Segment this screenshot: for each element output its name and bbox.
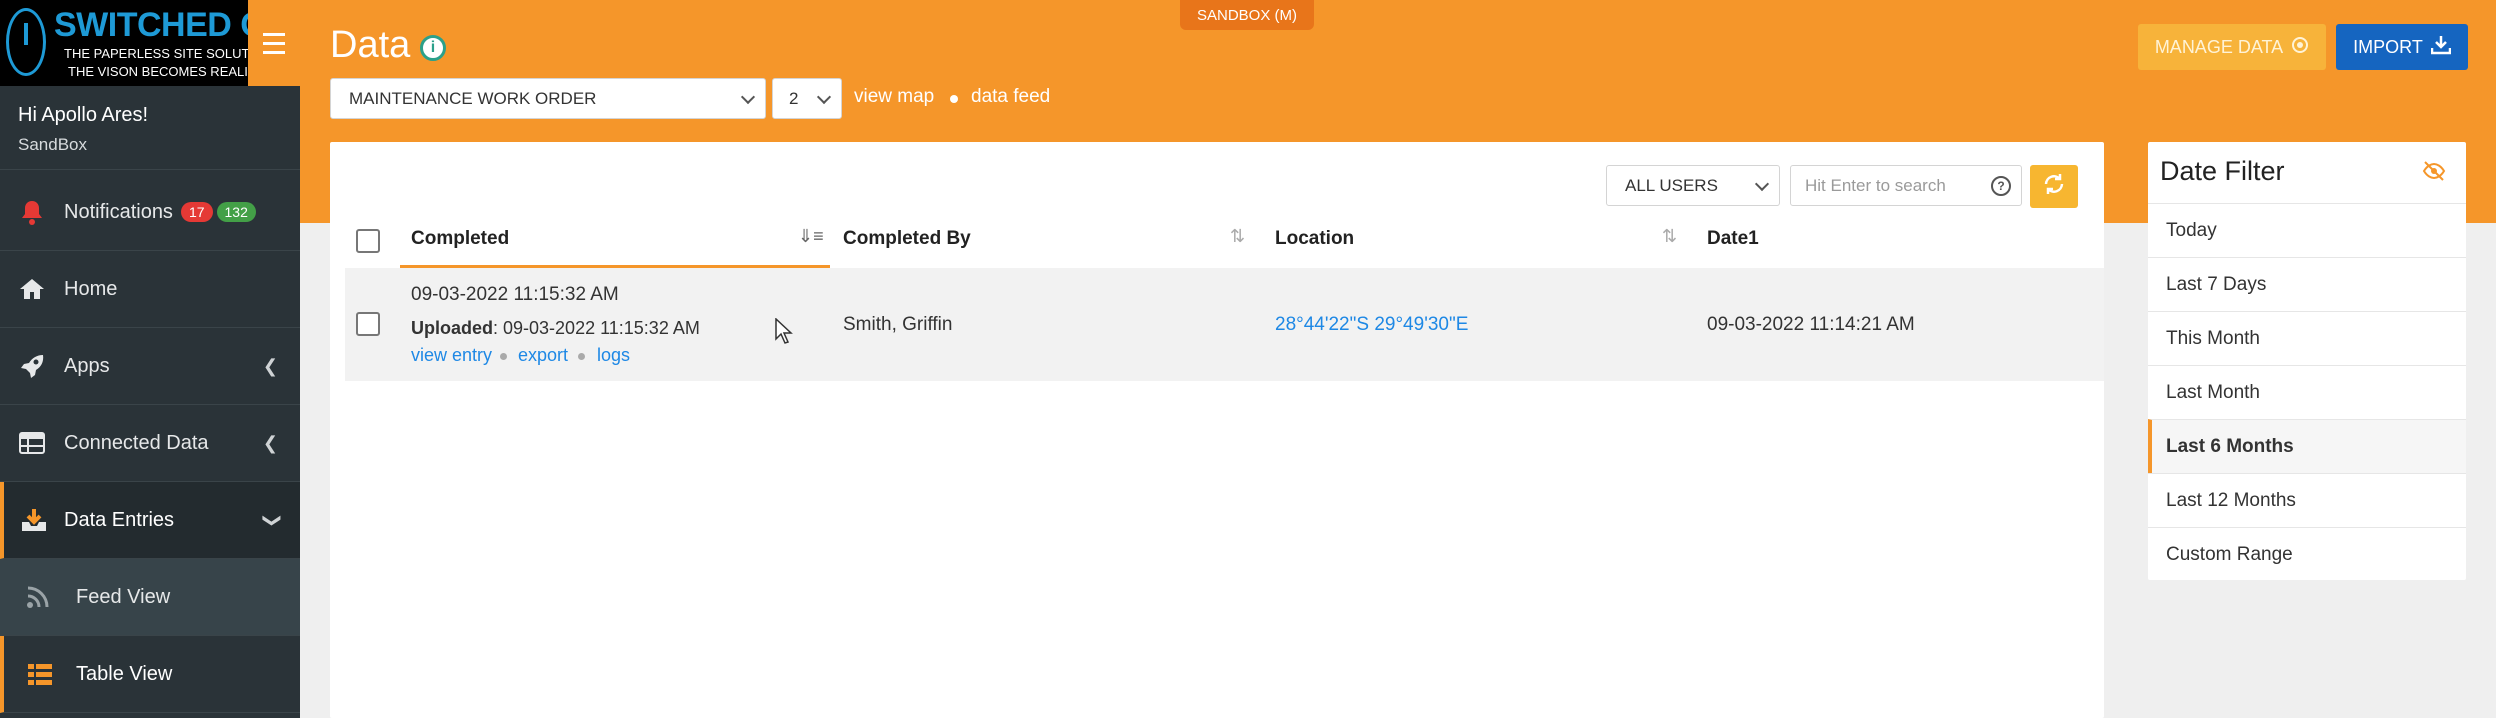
notification-count-badge: 17 <box>180 202 213 222</box>
date-filter-custom-range[interactable]: Custom Range <box>2148 527 2466 581</box>
date-filter-last-12-months[interactable]: Last 12 Months <box>2148 473 2466 527</box>
mouse-cursor-icon <box>775 317 793 349</box>
download-tray-icon <box>4 507 64 533</box>
user-info: Hi Apollo Ares! SandBox <box>0 86 300 170</box>
import-button[interactable]: IMPORT <box>2336 24 2468 70</box>
chevron-down-icon <box>1754 176 1770 191</box>
view-map-link[interactable]: view map <box>854 86 934 108</box>
row-checkbox[interactable] <box>356 312 380 336</box>
hide-eye-icon[interactable] <box>2422 160 2446 187</box>
logo-tagline-1: THE PAPERLESS SITE SOLUTION <box>64 46 273 61</box>
help-icon[interactable]: ? <box>1991 176 2011 196</box>
completed-date: 09-03-2022 11:15:32 AM <box>411 284 619 305</box>
sidebar-item-label: Connected Data <box>64 431 209 454</box>
search-input[interactable]: Hit Enter to search ? <box>1790 165 2022 206</box>
column-header-completed-by[interactable]: Completed By <box>843 228 971 250</box>
sort-desc-icon[interactable]: ⇓≡ <box>798 226 824 247</box>
logo-tagline-2: THE VISON BECOMES REALITY <box>68 64 265 79</box>
list-icon <box>4 662 76 686</box>
hamburger-icon <box>263 30 285 57</box>
page-title: Data <box>330 24 411 66</box>
date-filter-today[interactable]: Today <box>2148 203 2466 257</box>
download-icon <box>2430 35 2452 60</box>
date-filter-this-month[interactable]: This Month <box>2148 311 2466 365</box>
version-select[interactable]: 2 <box>772 78 842 119</box>
column-header-completed[interactable]: Completed <box>411 228 509 250</box>
users-filter-value: ALL USERS <box>1625 175 1718 195</box>
separator-dot <box>578 353 585 360</box>
chevron-left-icon: ❮ <box>262 355 278 376</box>
users-filter-select[interactable]: ALL USERS <box>1606 165 1780 206</box>
sidebar-item-home[interactable]: Home <box>0 251 300 328</box>
power-icon <box>6 8 46 76</box>
notification-total-badge: 132 <box>216 202 256 222</box>
menu-toggle-button[interactable] <box>248 0 300 86</box>
data-feed-link[interactable]: data feed <box>971 86 1050 108</box>
sidebar-item-label: Table View <box>76 662 173 685</box>
bell-icon <box>0 199 64 225</box>
sidebar-item-label: Notifications <box>64 200 173 223</box>
import-label: IMPORT <box>2353 36 2423 57</box>
sidebar-item-feed-view[interactable]: Feed View <box>0 559 300 636</box>
date1-value: 09-03-2022 11:14:21 AM <box>1707 314 1915 335</box>
sidebar-item-label: Apps <box>64 354 110 377</box>
refresh-icon <box>2042 172 2066 201</box>
sort-icon[interactable]: ⇅ <box>1662 226 1677 247</box>
view-entry-link[interactable]: view entry <box>411 345 492 366</box>
sidebar-item-label: Home <box>64 277 118 300</box>
rss-icon <box>0 585 76 609</box>
manage-data-button[interactable]: MANAGE DATA <box>2138 24 2326 70</box>
date-filter-last-7-days[interactable]: Last 7 Days <box>2148 257 2466 311</box>
date-filter-last-month[interactable]: Last Month <box>2148 365 2466 419</box>
form-select-value: MAINTENANCE WORK ORDER <box>349 88 597 108</box>
chevron-left-icon: ❮ <box>262 432 278 453</box>
search-placeholder: Hit Enter to search <box>1805 175 1946 195</box>
separator-dot <box>500 353 507 360</box>
form-select[interactable]: MAINTENANCE WORK ORDER <box>330 78 766 119</box>
uploaded-label: Uploaded <box>411 318 494 338</box>
column-header-date1[interactable]: Date1 <box>1707 228 1759 250</box>
chevron-down-icon <box>816 89 832 104</box>
chevron-down-icon <box>740 89 756 104</box>
sidebar-item-connected-data[interactable]: Connected Data ❮ <box>0 405 300 482</box>
info-icon[interactable]: i <box>420 35 446 61</box>
data-table-card <box>330 142 2104 718</box>
user-org: SandBox <box>18 135 87 154</box>
sidebar: SWITCHED ON THE PAPERLESS SITE SOLUTION … <box>0 0 300 718</box>
logs-link[interactable]: logs <box>597 345 630 366</box>
sort-icon[interactable]: ⇅ <box>1230 226 1245 247</box>
rocket-icon <box>0 353 64 379</box>
location-link[interactable]: 28°44'22"S 29°49'30"E <box>1275 314 1468 336</box>
sidebar-item-label: Data Entries <box>64 508 175 531</box>
version-select-value: 2 <box>789 88 799 108</box>
table-icon <box>0 432 64 454</box>
sidebar-item-label: Feed View <box>76 585 171 608</box>
chevron-down-icon: ❮ <box>259 512 280 528</box>
settings-circle-icon <box>2291 36 2309 59</box>
manage-data-label: MANAGE DATA <box>2154 36 2284 57</box>
user-greeting: Hi Apollo Ares! <box>18 104 149 126</box>
sidebar-item-notifications[interactable]: Notifications 17 132 <box>0 174 300 251</box>
completed-by-value: Smith, Griffin <box>843 314 953 335</box>
environment-badge: SANDBOX (M) <box>1180 0 1314 30</box>
uploaded-info: Uploaded: 09-03-2022 11:15:32 AM <box>411 318 700 339</box>
sidebar-item-table-view[interactable]: Table View <box>0 636 300 713</box>
uploaded-value: : 09-03-2022 11:15:32 AM <box>493 318 700 338</box>
sidebar-item-apps[interactable]: Apps ❮ <box>0 328 300 405</box>
separator-dot <box>950 95 958 103</box>
home-icon <box>0 277 64 301</box>
select-all-checkbox[interactable] <box>356 229 380 253</box>
date-filter-title: Date Filter <box>2160 156 2285 186</box>
refresh-button[interactable] <box>2030 165 2078 208</box>
export-link[interactable]: export <box>518 345 568 366</box>
column-header-location[interactable]: Location <box>1275 228 1354 250</box>
logo[interactable]: SWITCHED ON THE PAPERLESS SITE SOLUTION … <box>0 0 291 86</box>
date-filter-last-6-months[interactable]: Last 6 Months <box>2148 419 2466 473</box>
sidebar-item-data-entries[interactable]: Data Entries ❮ <box>0 482 300 559</box>
